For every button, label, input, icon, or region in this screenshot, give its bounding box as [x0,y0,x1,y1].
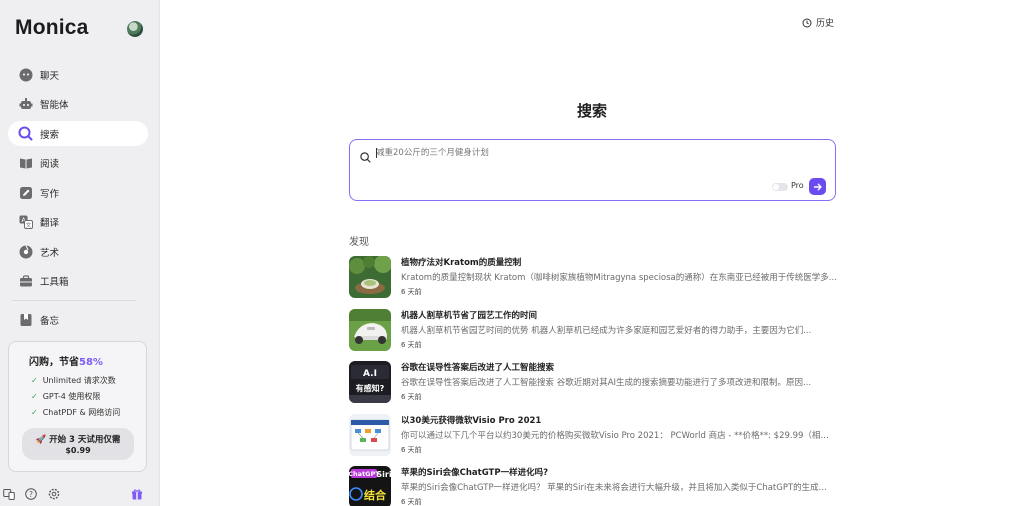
settings-gear-icon[interactable] [47,487,61,501]
sidebar-item-art[interactable]: 艺术 [8,239,148,264]
promo-feature-text: GPT-4 使用权限 [42,392,101,401]
article-title: 谷歌在误导性答案后改进了人工智能搜索 [401,363,555,373]
gift-icon[interactable] [130,487,144,501]
sidebar-footer: ? [0,487,160,503]
check-icon: ✓ [31,392,38,401]
article-thumbnail [349,308,391,351]
svg-text:有感知?: 有感知? [356,383,385,393]
book-icon [18,156,33,171]
promo-title: 闪购，节省58% [29,353,103,368]
sidebar-item-label: 翻译 [40,218,60,229]
article-time: 6 天前 [401,340,422,349]
article-time: 6 天前 [401,445,422,454]
article-thumbnail: A.I 有感知? [349,361,391,403]
palette-icon [18,244,33,259]
pro-toggle[interactable] [772,183,788,191]
promo-card: 闪购，节省58% ✓ Unlimited 请求次数 ✓ GPT-4 使用权限 ✓ Ch… [8,341,147,472]
search-box[interactable]: Pro [349,139,836,201]
svg-text:Siri: Siri [376,470,391,479]
sidebar-item-label: 备忘 [40,316,60,327]
history-clock-icon [802,18,812,27]
history-button[interactable]: 历史 [802,16,834,29]
pro-label: Pro [791,181,804,190]
article-thumbnail [349,256,391,298]
arrow-right-icon [813,183,822,190]
feed-item[interactable]: ChatGPT Siri 结合 苹果的Siri会像ChatGTP一样进化吗? 苹… [349,466,839,506]
article-summary: 机器人割草机节省园艺时间的优势 机器人割草机已经成为许多家庭和园艺爱好者的得力助… [401,325,812,336]
sidebar-item-tools[interactable]: 工具箱 [8,269,148,294]
promo-feature-text: ChatPDF & 网络访问 [42,408,121,417]
article-summary: 苹果的Siri会像ChatGTP一样进化吗？ 苹果的Siri在未来将会进行大幅升… [401,483,827,493]
svg-text:结合: 结合 [363,488,387,502]
devices-icon[interactable] [2,487,16,501]
sidebar-item-read[interactable]: 阅读 [8,151,148,176]
brand-logo[interactable]: Monica [15,16,89,40]
promo-feature: ✓ ChatPDF & 网络访问 [31,407,120,418]
article-thumbnail: ChatGPT Siri 结合 [349,466,391,506]
article-title: 以30美元获得微软Visio Pro 2021 [401,415,542,426]
article-summary: 你可以通过以下几个平台以约30美元的价格购买微软Visio Pro 2021： … [401,430,837,441]
submit-search-button[interactable] [809,178,826,195]
sidebar-item-label: 工具箱 [40,277,69,288]
check-icon: ✓ [31,408,38,417]
start-trial-button[interactable]: 🚀 开始 3 天试用仅需 $0.99 [22,428,134,460]
sidebar-item-label: 写作 [40,188,60,200]
translate-icon: A文 [18,215,33,230]
article-title: 植物疗法对Kratom的质量控制 [401,258,522,268]
feed-item[interactable]: 植物疗法对Kratom的质量控制 Kratom的质量控制现状 Kratom（咖啡… [349,256,839,309]
article-title: 机器人割草机节省了园艺工作的时间 [401,310,538,321]
feed-item[interactable]: 机器人割草机节省了园艺工作的时间 机器人割草机节省园艺时间的优势 机器人割草机已… [349,308,839,362]
promo-title-text: 闪购，节省 [29,357,79,368]
discover-heading: 发现 [349,237,369,248]
history-label: 历史 [816,19,835,29]
sidebar-item-search[interactable]: 搜索 [8,121,148,146]
bookmark-icon [18,313,33,328]
article-time: 6 天前 [401,393,422,401]
promo-feature: ✓ GPT-4 使用权限 [31,391,100,402]
article-thumbnail [349,413,391,456]
sidebar-item-translate[interactable]: A文 翻译 [8,210,148,235]
pencil-icon [18,185,33,200]
search-icon [360,148,371,167]
help-icon[interactable]: ? [24,487,38,501]
text-caret [376,148,377,158]
feed-item[interactable]: 以30美元获得微软Visio Pro 2021 你可以通过以下几个平台以约30美… [349,413,839,467]
search-input[interactable] [376,146,816,160]
sidebar-item-label: 艺术 [40,247,60,259]
check-icon: ✓ [31,376,38,385]
article-summary: Kratom的质量控制现状 Kratom（咖啡树家族植物Mitragyna sp… [401,273,837,283]
sidebar-divider [12,299,136,301]
chat-bubble-icon [18,67,33,82]
sidebar-item-label: 阅读 [40,159,60,170]
discover-feed: 植物疗法对Kratom的质量控制 Kratom的质量控制现状 Kratom（咖啡… [349,256,839,506]
sidebar-item-label: 聊天 [40,70,60,82]
svg-text:?: ? [29,490,33,499]
svg-text:A.I: A.I [363,369,377,379]
search-icon [18,126,33,141]
svg-text:文: 文 [25,221,31,229]
page-title: 搜索 [576,102,607,120]
article-time: 6 天前 [401,498,422,506]
sidebar-item-write[interactable]: 写作 [8,180,148,205]
toolbox-icon [18,274,33,289]
trial-button-label: 🚀 开始 3 天试用仅需 [35,435,121,445]
sidebar: Monica 聊天 智能体 搜索 阅读 写作 A 文 翻译 艺术 工具箱 备忘 … [0,0,160,506]
promo-feature-text: Unlimited 请求次数 [42,376,116,385]
trial-button-price: $0.99 [65,446,91,455]
article-summary: 谷歌在误导性答案后改进了人工智能搜索 谷歌近期对其AI生成的搜索摘要功能进行了多… [401,378,812,388]
article-title: 苹果的Siri会像ChatGTP一样进化吗? [401,468,549,478]
feed-item[interactable]: A.I 有感知? 谷歌在误导性答案后改进了人工智能搜索 谷歌在误导性答案后改进了… [349,361,839,414]
sidebar-item-label: 搜索 [40,129,60,141]
article-time: 6 天前 [401,288,422,296]
avatar[interactable] [127,21,143,37]
promo-feature: ✓ Unlimited 请求次数 [31,375,116,386]
sidebar-item-memo[interactable]: 备忘 [8,308,148,333]
sidebar-item-chat[interactable]: 聊天 [8,62,148,87]
promo-discount: 58% [79,357,103,368]
